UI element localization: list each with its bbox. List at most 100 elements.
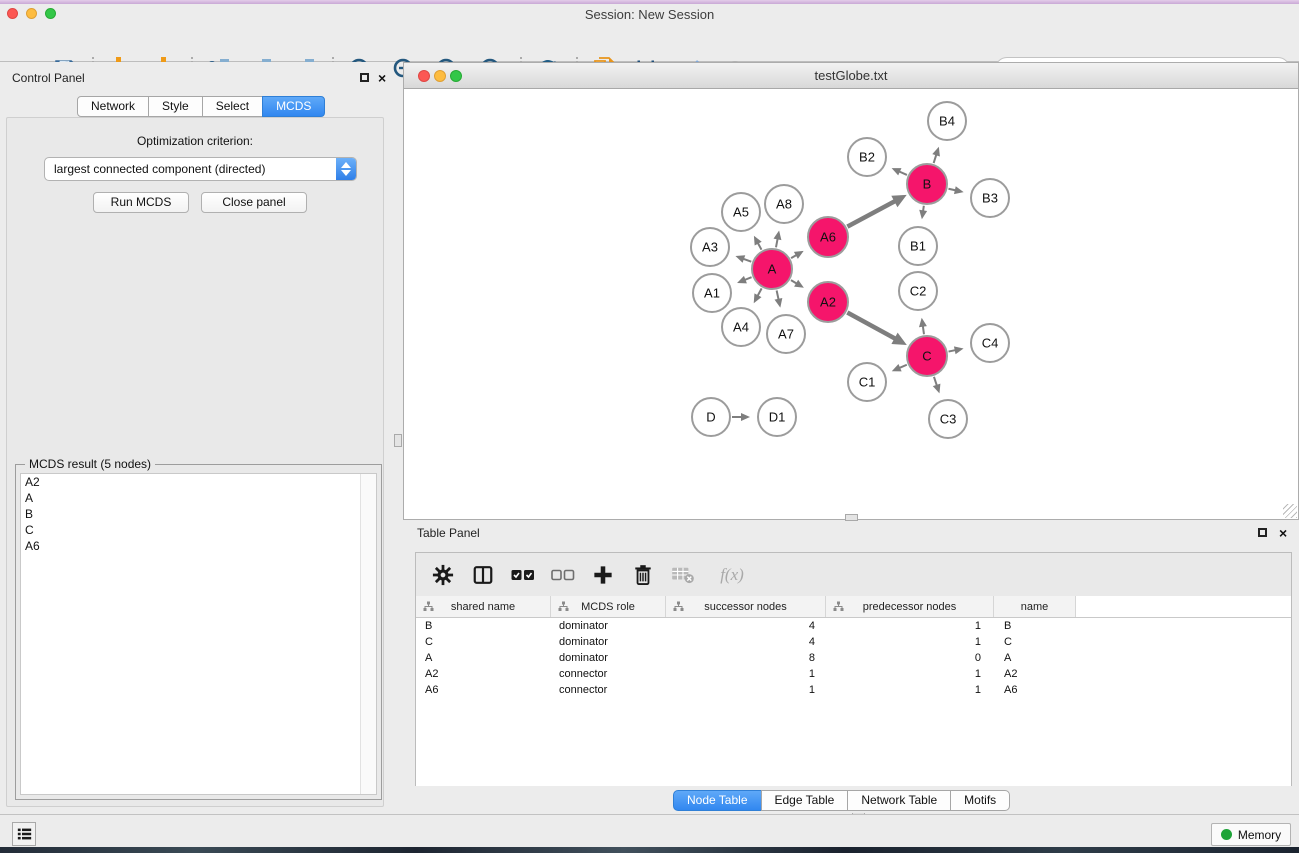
svg-text:A5: A5 bbox=[733, 205, 749, 220]
column-header[interactable]: successor nodes bbox=[666, 596, 826, 617]
delete-table-button[interactable] bbox=[670, 562, 696, 588]
tab-edge-table[interactable]: Edge Table bbox=[761, 790, 849, 811]
result-item[interactable]: B bbox=[21, 506, 376, 522]
graph-edge bbox=[757, 288, 761, 296]
graph-node-A5[interactable]: A5 bbox=[722, 193, 760, 231]
float-panel-icon[interactable] bbox=[360, 73, 369, 82]
result-scrollbar[interactable] bbox=[360, 474, 376, 794]
graph-edge bbox=[743, 259, 751, 262]
float-table-panel-icon[interactable] bbox=[1258, 528, 1267, 537]
titlebar[interactable]: Session: New Session bbox=[0, 4, 1299, 26]
horizontal-splitter-grip[interactable] bbox=[845, 514, 858, 521]
graph-node-A3[interactable]: A3 bbox=[691, 228, 729, 266]
tab-network[interactable]: Network bbox=[77, 96, 149, 117]
graph-edge bbox=[948, 189, 955, 191]
svg-text:C3: C3 bbox=[940, 412, 957, 427]
graph-node-A[interactable]: A bbox=[752, 249, 792, 289]
dropdown-stepper-icon bbox=[336, 158, 356, 180]
mcds-result-title: MCDS result (5 nodes) bbox=[25, 457, 155, 471]
network-titlebar[interactable]: testGlobe.txt bbox=[404, 63, 1298, 89]
graph-node-C[interactable]: C bbox=[907, 336, 947, 376]
graph-node-B4[interactable]: B4 bbox=[928, 102, 966, 140]
close-table-panel-icon[interactable]: × bbox=[1279, 527, 1287, 539]
tab-style[interactable]: Style bbox=[148, 96, 203, 117]
memory-button[interactable]: Memory bbox=[1211, 823, 1291, 846]
close-panel-icon[interactable]: × bbox=[378, 72, 386, 84]
graph-node-A4[interactable]: A4 bbox=[722, 308, 760, 346]
tab-motifs[interactable]: Motifs bbox=[950, 790, 1010, 811]
column-header[interactable]: name bbox=[994, 596, 1076, 617]
graph-node-A1[interactable]: A1 bbox=[693, 274, 731, 312]
column-header[interactable]: shared name bbox=[416, 596, 551, 617]
svg-text:B1: B1 bbox=[910, 239, 926, 254]
table-row[interactable]: Cdominator41C bbox=[416, 634, 1291, 650]
network-canvas[interactable]: A A1 A2 A3 A4 A5 A6 A7 A8 B B1 B2 B3 B4 C C1 C2 C3 C4 D D1 bbox=[404, 89, 1298, 519]
graph-edge bbox=[949, 350, 956, 351]
result-item[interactable]: A bbox=[21, 490, 376, 506]
graph-node-B2[interactable]: B2 bbox=[848, 138, 886, 176]
graph-node-B3[interactable]: B3 bbox=[971, 179, 1009, 217]
node-table[interactable]: shared nameMCDS rolesuccessor nodesprede… bbox=[416, 596, 1291, 786]
resize-grip-icon[interactable] bbox=[1283, 504, 1297, 518]
result-item[interactable]: C bbox=[21, 522, 376, 538]
svg-text:B: B bbox=[923, 177, 932, 192]
show-panels-button[interactable] bbox=[12, 822, 36, 846]
edge-arrowhead bbox=[954, 186, 964, 194]
graph-node-B1[interactable]: B1 bbox=[899, 227, 937, 265]
table-row[interactable]: Adominator80A bbox=[416, 650, 1291, 666]
graph-edge bbox=[899, 171, 907, 175]
result-item[interactable]: A6 bbox=[21, 538, 376, 554]
graph-node-D[interactable]: D bbox=[692, 398, 730, 436]
column-header[interactable]: predecessor nodes bbox=[826, 596, 994, 617]
vertical-splitter-grip[interactable] bbox=[394, 434, 402, 447]
control-panel: Control Panel × NetworkStyleSelectMCDS O… bbox=[0, 62, 390, 813]
close-panel-button[interactable]: Close panel bbox=[201, 192, 307, 213]
delete-table-icon bbox=[671, 566, 695, 584]
edge-arrowhead bbox=[774, 231, 782, 241]
mcds-result-list[interactable]: A2ABCA6 bbox=[20, 473, 377, 795]
graph-node-C2[interactable]: C2 bbox=[899, 272, 937, 310]
tab-select[interactable]: Select bbox=[202, 96, 263, 117]
svg-text:A2: A2 bbox=[820, 295, 836, 310]
table-settings-button[interactable] bbox=[430, 562, 456, 588]
delete-column-button[interactable] bbox=[630, 562, 656, 588]
edge-arrowhead bbox=[933, 384, 941, 394]
toggle-columns-button[interactable] bbox=[470, 562, 496, 588]
graph-node-A6[interactable]: A6 bbox=[808, 217, 848, 257]
gear-icon bbox=[432, 564, 454, 586]
network-graph[interactable]: A A1 A2 A3 A4 A5 A6 A7 A8 B B1 B2 B3 B4 C C1 C2 C3 C4 D D1 bbox=[404, 89, 1298, 519]
graph-edge bbox=[758, 243, 762, 250]
deselect-all-rows-button[interactable] bbox=[550, 562, 576, 588]
graph-edge bbox=[899, 365, 907, 368]
tab-network-table[interactable]: Network Table bbox=[847, 790, 951, 811]
table-row[interactable]: Bdominator41B bbox=[416, 618, 1291, 634]
tab-node-table[interactable]: Node Table bbox=[673, 790, 762, 811]
memory-label: Memory bbox=[1238, 828, 1281, 842]
svg-text:C2: C2 bbox=[910, 284, 927, 299]
graph-node-C3[interactable]: C3 bbox=[929, 400, 967, 438]
graph-node-A8[interactable]: A8 bbox=[765, 185, 803, 223]
svg-text:A6: A6 bbox=[820, 230, 836, 245]
optimization-dropdown[interactable]: largest connected component (directed) bbox=[44, 157, 357, 181]
select-all-rows-button[interactable] bbox=[510, 562, 536, 588]
add-column-button[interactable] bbox=[590, 562, 616, 588]
graph-node-D1[interactable]: D1 bbox=[758, 398, 796, 436]
graph-node-B[interactable]: B bbox=[907, 164, 947, 204]
svg-text:B2: B2 bbox=[859, 150, 875, 165]
tab-mcds[interactable]: MCDS bbox=[262, 96, 325, 117]
graph-node-C4[interactable]: C4 bbox=[971, 324, 1009, 362]
graph-node-A2[interactable]: A2 bbox=[808, 282, 848, 322]
table-row[interactable]: A6connector11A6 bbox=[416, 682, 1291, 698]
table-row[interactable]: A2connector11A2 bbox=[416, 666, 1291, 682]
column-header[interactable]: MCDS role bbox=[551, 596, 666, 617]
graph-edge bbox=[923, 326, 924, 335]
graph-node-C1[interactable]: C1 bbox=[848, 363, 886, 401]
table-header-row: shared nameMCDS rolesuccessor nodesprede… bbox=[416, 596, 1291, 618]
svg-text:A: A bbox=[768, 262, 777, 277]
function-builder-button[interactable]: f(x) bbox=[710, 562, 754, 588]
run-mcds-button[interactable]: Run MCDS bbox=[93, 192, 189, 213]
checked-boxes-icon bbox=[511, 568, 535, 582]
control-tabs: NetworkStyleSelectMCDS bbox=[77, 96, 325, 117]
graph-node-A7[interactable]: A7 bbox=[767, 315, 805, 353]
result-item[interactable]: A2 bbox=[21, 474, 376, 490]
